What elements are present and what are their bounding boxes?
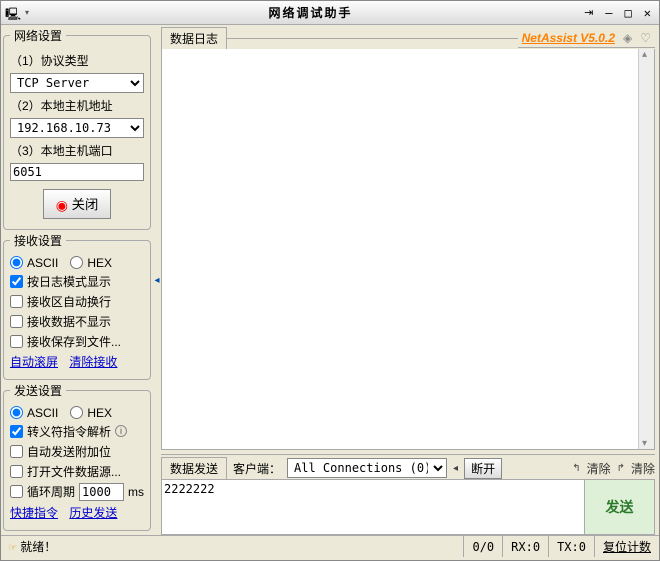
clear-recv-link[interactable]: 清除接收 — [69, 353, 117, 370]
clear-link-2[interactable]: 清除 — [631, 460, 655, 477]
record-dot-icon: ◉ — [56, 197, 68, 213]
host-label: （2）本地主机地址 — [10, 97, 144, 114]
send-ascii-radio[interactable] — [10, 406, 23, 419]
protocol-select[interactable]: TCP Server — [10, 73, 144, 93]
save-file-checkbox[interactable] — [10, 335, 23, 348]
open-file-checkbox[interactable] — [10, 465, 23, 478]
port-input[interactable] — [10, 163, 144, 181]
auto-scroll-link[interactable]: 自动滚屏 — [10, 353, 58, 370]
info-icon[interactable]: i — [115, 425, 127, 437]
brand-link[interactable]: NetAssist V5.0.2 — [518, 29, 619, 48]
title-bar: 🖳 ▾ 网络调试助手 ⇥ – □ ✕ — [1, 1, 659, 25]
send-settings-group: 发送设置 ASCII HEX 转义符指令解析 i 自动发送附加位 打开文件数据源… — [3, 382, 151, 531]
network-settings-legend: 网络设置 — [10, 27, 66, 44]
clear-up-icon: ↰ — [572, 463, 580, 474]
ready-icon: ☞ — [9, 540, 16, 554]
data-log-tab[interactable]: 数据日志 — [161, 27, 227, 49]
protocol-label: （1）协议类型 — [10, 52, 144, 69]
client-label: 客户端： — [233, 460, 281, 477]
splitter-handle[interactable]: ◂ — [153, 25, 161, 535]
sidebar: 网络设置 （1）协议类型 TCP Server （2）本地主机地址 192.16… — [1, 25, 153, 535]
client-select[interactable]: All Connections (0) — [287, 458, 447, 478]
data-send-tab[interactable]: 数据发送 — [161, 457, 227, 479]
close-window-button[interactable]: ✕ — [640, 6, 655, 20]
bell-icon[interactable]: ♡ — [636, 29, 655, 48]
network-settings-group: 网络设置 （1）协议类型 TCP Server （2）本地主机地址 192.16… — [3, 27, 151, 230]
recv-ascii-radio[interactable] — [10, 256, 23, 269]
clear-link-1[interactable]: 清除 — [587, 460, 611, 477]
recv-settings-legend: 接收设置 — [10, 232, 66, 249]
send-hex-radio[interactable] — [70, 406, 83, 419]
recv-hex-radio[interactable] — [70, 256, 83, 269]
send-input[interactable]: 2222222 — [162, 480, 584, 534]
disconnect-button[interactable]: 断开 — [464, 458, 502, 479]
recv-settings-group: 接收设置 ASCII HEX 按日志模式显示 接收区自动换行 接收数据不显示 接… — [3, 232, 151, 380]
cycle-input[interactable] — [79, 483, 124, 501]
close-connection-button[interactable]: ◉ 关闭 — [43, 189, 112, 219]
hide-recv-checkbox[interactable] — [10, 315, 23, 328]
sysmenu-drop-icon[interactable]: ▾ — [25, 8, 29, 17]
ready-text: 就绪！ — [20, 538, 56, 555]
minimize-button[interactable]: – — [601, 6, 616, 20]
clear-down-icon: ↱ — [617, 463, 625, 474]
send-button[interactable]: 发送 — [584, 480, 654, 534]
disconnect-arrow-icon: ◂ — [453, 463, 458, 474]
host-select[interactable]: 192.168.10.73 — [10, 118, 144, 138]
cycle-checkbox[interactable] — [10, 485, 23, 498]
status-rx: RX:0 — [502, 536, 548, 557]
history-link[interactable]: 历史发送 — [69, 504, 117, 521]
window-title: 网络调试助手 — [37, 4, 584, 21]
reset-count-button[interactable]: 复位计数 — [594, 536, 659, 557]
status-bar: ☞ 就绪！ 0/0 RX:0 TX:0 复位计数 — [1, 535, 659, 557]
app-icon: 🖳 — [5, 5, 21, 21]
status-counts: 0/0 — [463, 536, 502, 557]
port-label: （3）本地主机端口 — [10, 142, 144, 159]
auto-append-checkbox[interactable] — [10, 445, 23, 458]
shortcut-link[interactable]: 快捷指令 — [10, 504, 58, 521]
log-textarea[interactable] — [161, 49, 655, 450]
send-settings-legend: 发送设置 — [10, 382, 66, 399]
escape-checkbox[interactable] — [10, 425, 23, 438]
vertical-scrollbar[interactable] — [638, 49, 654, 449]
diamond-icon[interactable]: ◈ — [619, 29, 636, 48]
auto-wrap-checkbox[interactable] — [10, 295, 23, 308]
log-mode-checkbox[interactable] — [10, 275, 23, 288]
maximize-button[interactable]: □ — [621, 6, 636, 20]
status-tx: TX:0 — [548, 536, 594, 557]
pin-icon[interactable]: ⇥ — [584, 6, 593, 19]
content-area: 数据日志 NetAssist V5.0.2 ◈ ♡ 数据发送 客户端： All … — [161, 25, 659, 535]
